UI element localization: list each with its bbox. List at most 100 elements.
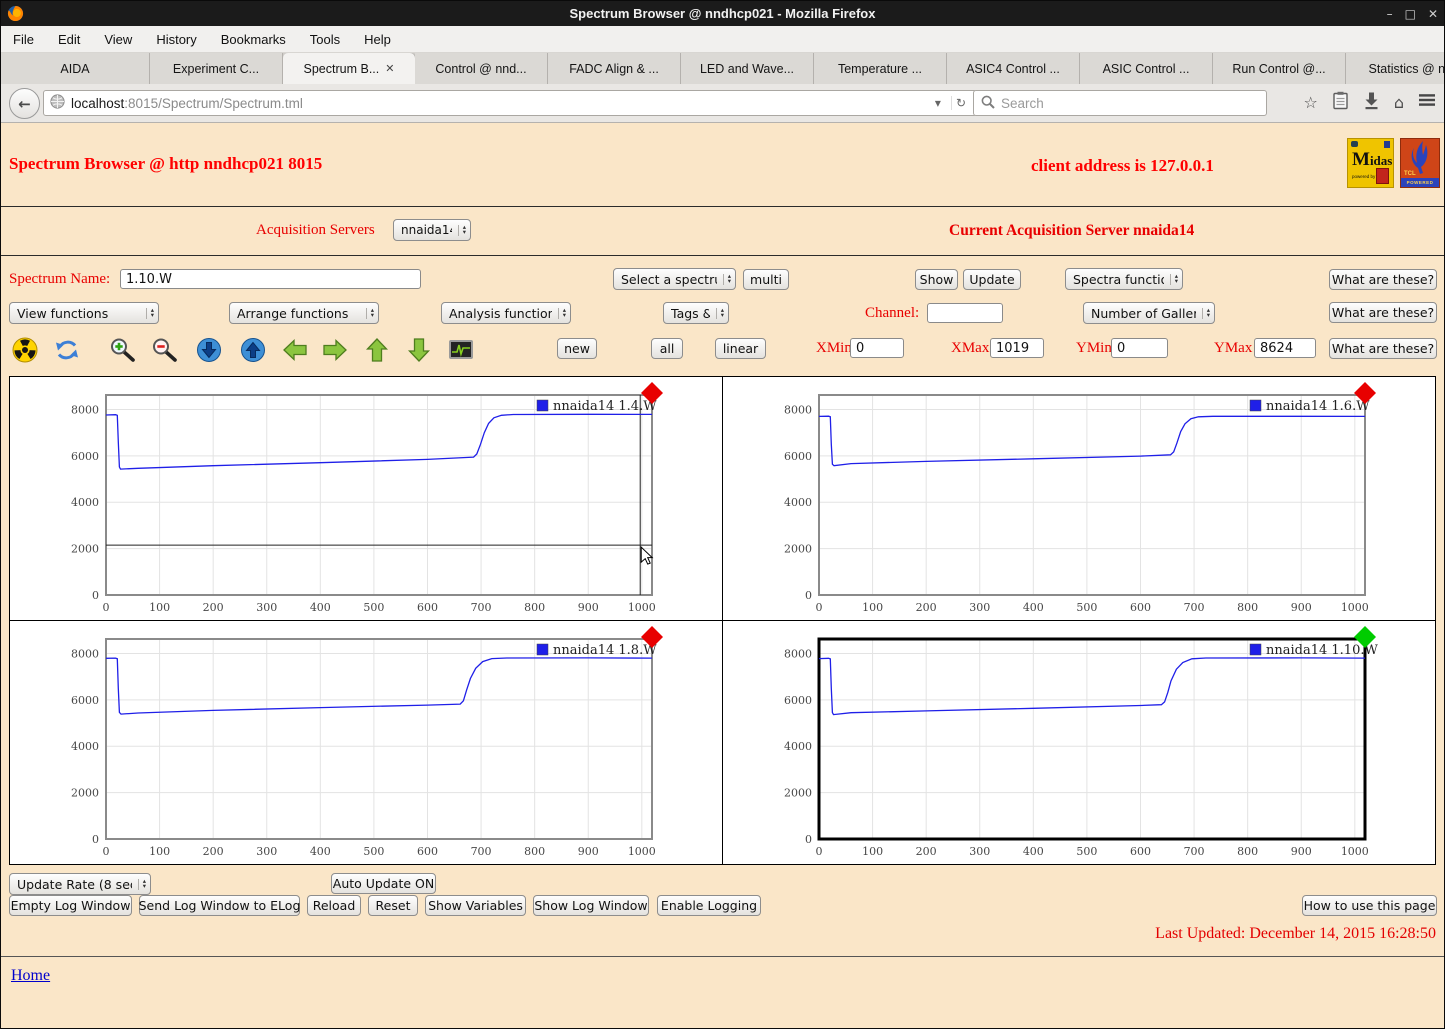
number-of-galleries-dropdown[interactable]: Number of Galleries ▴▾ xyxy=(1083,302,1215,324)
menu-edit[interactable]: Edit xyxy=(58,32,80,47)
show-variables-button[interactable]: Show Variables xyxy=(425,895,526,916)
tab-run-control[interactable]: Run Control @... xyxy=(1213,53,1346,84)
menu-file[interactable]: File xyxy=(13,32,34,47)
zoom-out-icon[interactable] xyxy=(151,337,179,363)
arrow-up-icon[interactable] xyxy=(363,337,391,363)
tab-experiment-control[interactable]: Experiment C... xyxy=(150,53,283,84)
channel-input[interactable] xyxy=(927,303,1003,323)
radioactive-icon[interactable] xyxy=(11,337,39,363)
all-button[interactable]: all xyxy=(651,338,683,359)
spectrum-chart-nnaida14-1-8-W[interactable]: 0 100 200 300 400 500 600 700 800 900 1000 0 2000 400… xyxy=(10,621,722,863)
acquisition-server-select[interactable]: nnaida14 ▴ ▾ xyxy=(393,219,471,241)
midas-logo[interactable]: Midas powered by xyxy=(1347,138,1394,188)
page-title: Spectrum Browser @ http nndhcp021 8015 xyxy=(9,154,323,173)
arrow-left-icon[interactable] xyxy=(281,337,309,363)
multi-button[interactable]: multi xyxy=(743,269,789,290)
ymax-input[interactable] xyxy=(1254,338,1316,358)
what-are-these-button-2[interactable]: What are these? xyxy=(1329,302,1437,323)
tab-aida[interactable]: AIDA xyxy=(1,53,150,84)
tab-asic4-control[interactable]: ASIC4 Control ... xyxy=(947,53,1080,84)
tab-spectrum-browser[interactable]: Spectrum B... ✕ xyxy=(283,53,415,84)
hamburger-menu-icon[interactable] xyxy=(1418,92,1436,112)
spectrum-chart-nnaida14-1-4-W[interactable]: 0 100 200 300 400 500 600 700 800 900 1000 0 2000 400… xyxy=(10,377,722,619)
view-functions-dropdown[interactable]: View functions ▴ ▾ xyxy=(9,302,159,324)
menu-bookmarks[interactable]: Bookmarks xyxy=(221,32,286,47)
svg-text:800: 800 xyxy=(1237,845,1258,858)
close-icon[interactable]: ✕ xyxy=(1428,7,1438,21)
menu-history[interactable]: History xyxy=(156,32,196,47)
minimize-icon[interactable]: – xyxy=(1387,7,1393,21)
show-log-window-button[interactable]: Show Log Window xyxy=(533,895,649,916)
tab-temperature[interactable]: Temperature ... xyxy=(814,53,947,84)
tab-asic-control[interactable]: ASIC Control ... xyxy=(1080,53,1213,84)
svg-text:400: 400 xyxy=(310,601,331,614)
close-tab-icon[interactable]: ✕ xyxy=(385,62,394,75)
update-rate-dropdown[interactable]: Update Rate (8 secs) ▴▾ xyxy=(9,873,151,895)
home-icon[interactable]: ⌂ xyxy=(1394,93,1404,112)
url-dropdown-icon[interactable]: ▾ xyxy=(931,96,945,110)
downloads-icon[interactable] xyxy=(1363,91,1380,114)
expand-up-icon[interactable] xyxy=(239,337,267,363)
title-bar: Spectrum Browser @ nndhcp021 - Mozilla F… xyxy=(1,1,1444,26)
spectra-functions-dropdown[interactable]: Spectra functions ▴▾ xyxy=(1065,268,1183,290)
tab-control[interactable]: Control @ nnd... xyxy=(415,53,548,84)
ymin-input[interactable] xyxy=(1111,338,1168,358)
tab-fadc-align[interactable]: FADC Align & ... xyxy=(548,53,681,84)
search-input[interactable]: Search xyxy=(973,90,1267,116)
tab-led-and-wave[interactable]: LED and Wave... xyxy=(681,53,814,84)
svg-text:nnaida14 1.10.W: nnaida14 1.10.W xyxy=(1266,643,1378,658)
svg-text:8000: 8000 xyxy=(784,403,812,416)
new-button[interactable]: new xyxy=(557,338,597,359)
spectrum-cell-1-6-w[interactable]: 0 100 200 300 400 500 600 700 800 900 1000 0 2000 400… xyxy=(722,377,1435,621)
how-to-use-button[interactable]: How to use this page xyxy=(1302,895,1437,916)
maximize-icon[interactable]: □ xyxy=(1405,7,1416,21)
spectrum-cell-1-8-w[interactable]: 0 100 200 300 400 500 600 700 800 900 1000 0 2000 400… xyxy=(10,620,723,864)
refresh-icon[interactable] xyxy=(53,337,81,363)
arrow-right-icon[interactable] xyxy=(321,337,349,363)
send-log-to-elog-button[interactable]: Send Log Window to ELog xyxy=(139,895,300,916)
spectrum-chart-nnaida14-1-10-W[interactable]: 0 100 200 300 400 500 600 700 800 900 1000 0 2000 400… xyxy=(723,621,1435,863)
home-link[interactable]: Home xyxy=(11,967,50,985)
svg-text:500: 500 xyxy=(363,601,384,614)
zoom-in-icon[interactable] xyxy=(109,337,137,363)
svg-text:600: 600 xyxy=(1129,845,1150,858)
spectrum-cell-1-4-w[interactable]: 0 100 200 300 400 500 600 700 800 900 1000 0 2000 400… xyxy=(10,377,723,621)
select-spectrum-dropdown[interactable]: Select a spectrum ▴▾ xyxy=(613,268,736,290)
menu-help[interactable]: Help xyxy=(364,32,391,47)
what-are-these-button-3[interactable]: What are these? xyxy=(1329,338,1437,359)
reset-button[interactable]: Reset xyxy=(368,895,418,916)
spectrum-chart-nnaida14-1-6-W[interactable]: 0 100 200 300 400 500 600 700 800 900 1000 0 2000 400… xyxy=(723,377,1435,619)
linear-button[interactable]: linear xyxy=(715,338,766,359)
tab-bar: AIDA Experiment C... Spectrum B... ✕ Cont… xyxy=(1,53,1444,84)
svg-text:200: 200 xyxy=(203,601,224,614)
xmin-input[interactable] xyxy=(850,338,904,358)
enable-logging-button[interactable]: Enable Logging xyxy=(657,895,761,916)
xmax-input[interactable] xyxy=(990,338,1044,358)
oscilloscope-display-icon[interactable] xyxy=(447,337,475,363)
analysis-functions-dropdown[interactable]: Analysis functions ▴ ▾ xyxy=(441,302,571,324)
reload-icon[interactable]: ↻ xyxy=(950,96,970,110)
svg-text:400: 400 xyxy=(1022,845,1043,858)
menu-tools[interactable]: Tools xyxy=(310,32,340,47)
svg-text:100: 100 xyxy=(862,845,883,858)
tab-statistics[interactable]: Statistics @ n... xyxy=(1346,53,1444,84)
midas-shield-icon xyxy=(1384,141,1390,148)
what-are-these-button-1[interactable]: What are these? xyxy=(1329,269,1437,290)
show-button[interactable]: Show xyxy=(915,269,958,290)
reload-button[interactable]: Reload xyxy=(307,895,361,916)
tags-fits-dropdown[interactable]: Tags & Fits ▴▾ xyxy=(663,302,729,324)
empty-log-window-button[interactable]: Empty Log Window xyxy=(9,895,132,916)
spectrum-name-input[interactable] xyxy=(120,269,421,289)
auto-update-button[interactable]: Auto Update ON xyxy=(331,873,436,894)
arrange-functions-dropdown[interactable]: Arrange functions ▴ ▾ xyxy=(229,302,379,324)
bookmarks-list-icon[interactable] xyxy=(1332,91,1349,114)
menu-view[interactable]: View xyxy=(104,32,132,47)
back-button[interactable]: ← xyxy=(9,88,40,119)
spectrum-cell-1-10-w[interactable]: 0 100 200 300 400 500 600 700 800 900 1000 0 2000 400… xyxy=(723,621,1436,865)
expand-down-icon[interactable] xyxy=(195,337,223,363)
bookmark-star-icon[interactable]: ☆ xyxy=(1304,93,1318,112)
tcl-powered-logo[interactable]: TCL POWERED xyxy=(1400,138,1440,188)
update-button[interactable]: Update xyxy=(963,269,1021,290)
url-bar[interactable]: localhost:8015/Spectrum/Spectrum.tml ▾ ↻ xyxy=(43,90,977,116)
arrow-down-icon[interactable] xyxy=(405,337,433,363)
